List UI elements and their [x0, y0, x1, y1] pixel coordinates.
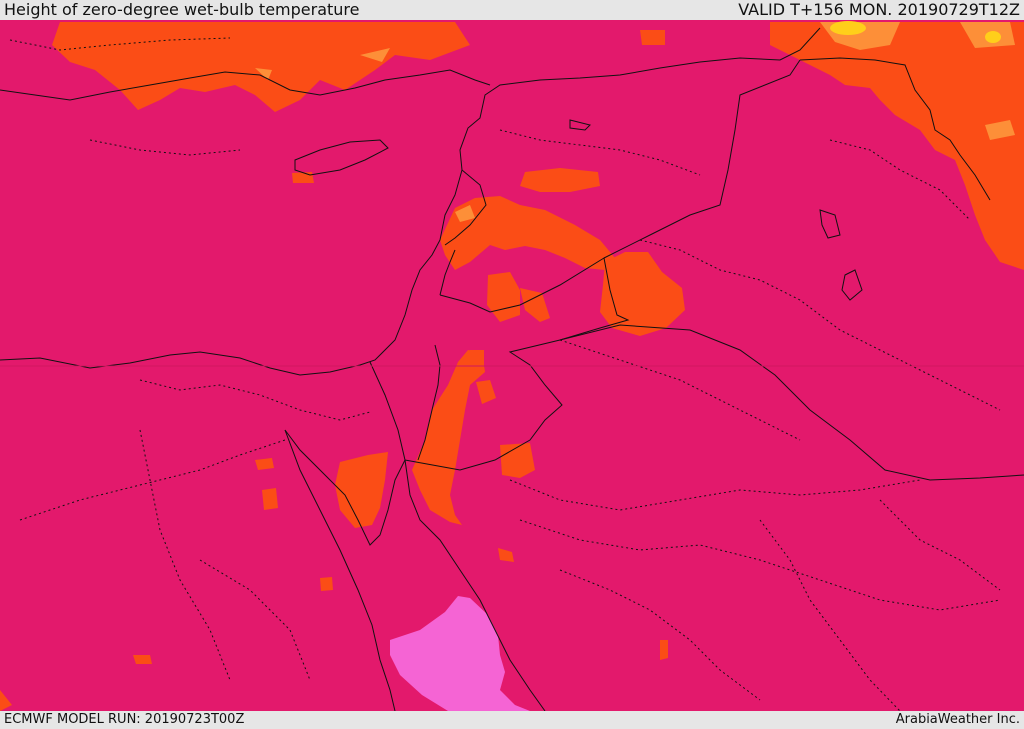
- header-bar: Height of zero-degree wet-bulb temperatu…: [0, 0, 1024, 20]
- map-figure: Height of zero-degree wet-bulb temperatu…: [0, 0, 1024, 729]
- syria-cloud: [520, 168, 600, 192]
- credit-label: ArabiaWeather Inc.: [895, 712, 1020, 727]
- model-run-label: ECMWF MODEL RUN: 20190723T00Z: [4, 712, 245, 727]
- small-blob-c: [262, 488, 278, 510]
- small-blob-e: [133, 655, 152, 664]
- small-blob-f: [660, 640, 668, 660]
- map-title: Height of zero-degree wet-bulb temperatu…: [4, 0, 360, 19]
- footer-bar: ECMWF MODEL RUN: 20190723T00Z ArabiaWeat…: [0, 711, 1024, 729]
- east-jordan-blob: [500, 443, 535, 478]
- forecast-map: [0, 20, 1024, 711]
- small-blob-d: [320, 577, 333, 591]
- small-blob-h: [292, 172, 314, 183]
- valid-time: VALID T+156 MON. 20190729T12Z: [738, 0, 1020, 19]
- small-blob-j: [470, 350, 484, 365]
- small-blob-i: [640, 30, 665, 45]
- small-blob-b: [255, 458, 274, 470]
